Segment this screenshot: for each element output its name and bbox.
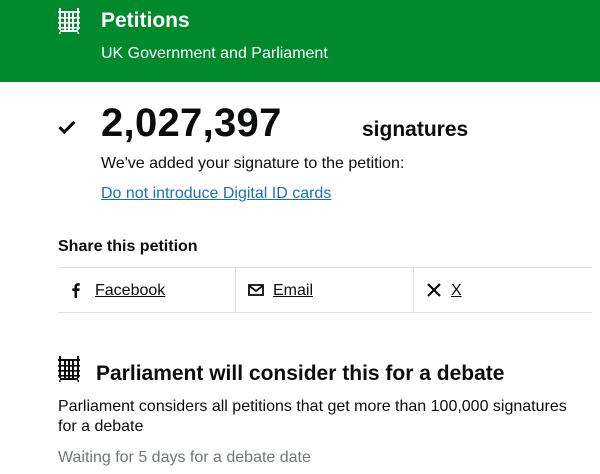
portcullis-icon[interactable] [58, 6, 80, 34]
share-x-button[interactable]: X [414, 268, 592, 312]
share-facebook-label: Facebook [95, 282, 166, 299]
x-icon [427, 283, 441, 297]
site-subtitle: UK Government and Parliament [101, 45, 328, 62]
confirmation-message: We've added your signature to the petiti… [101, 155, 405, 172]
facebook-icon [72, 283, 80, 298]
signatures-label: signatures [362, 118, 469, 141]
share-bar: Facebook Email X [58, 267, 592, 313]
email-icon [248, 284, 264, 296]
site-title[interactable]: Petitions [101, 8, 190, 34]
debate-heading: Parliament will consider this for a deba… [96, 362, 505, 385]
share-email-button[interactable]: Email [236, 268, 414, 312]
signature-count: 2,027,397 [101, 101, 282, 145]
debate-description: Parliament considers all petitions that … [58, 398, 567, 435]
share-facebook-button[interactable]: Facebook [58, 268, 236, 312]
share-heading: Share this petition [58, 238, 198, 255]
debate-status: Waiting for 5 days for a debate date [58, 449, 311, 466]
share-email-label: Email [273, 282, 314, 299]
site-header: Petitions UK Government and Parliament [0, 0, 600, 82]
share-x-label: X [451, 282, 462, 299]
checkmark-icon [58, 120, 76, 134]
petition-title-link[interactable]: Do not introduce Digital ID cards [101, 184, 331, 204]
signature-count-row: 2,027,397 signatures [58, 98, 578, 154]
portcullis-icon [58, 356, 80, 382]
